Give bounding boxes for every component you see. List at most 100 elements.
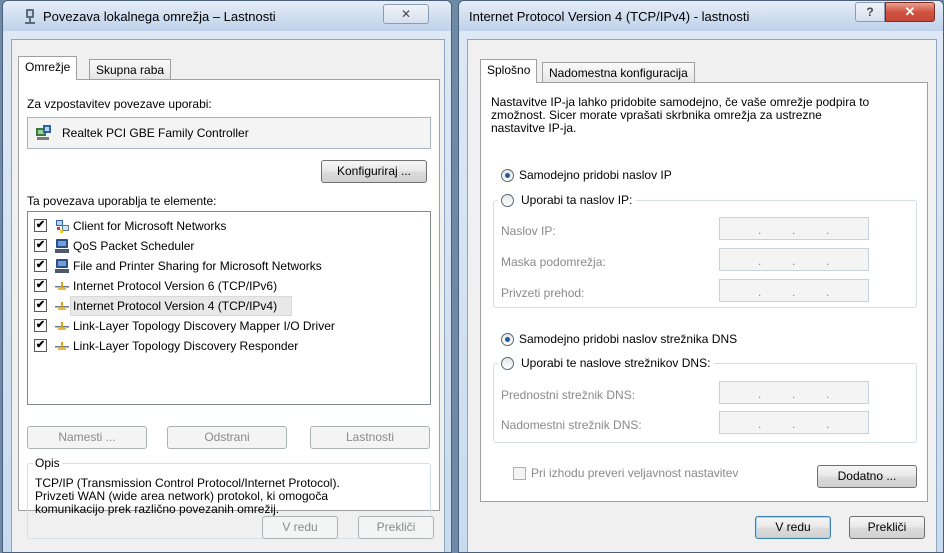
install-button[interactable]: Namesti ... [27, 426, 147, 449]
item-checkbox[interactable]: ✔ [34, 239, 47, 252]
list-item[interactable]: ✔ Client for Microsoft Networks [28, 216, 430, 236]
item-checkbox[interactable]: ✔ [34, 279, 47, 292]
lan-properties-titlebar[interactable]: Povezava lokalnega omrežja – Lastnosti ✕ [3, 1, 451, 31]
help-icon: ? [866, 5, 874, 19]
ipv4-client-area: Splošno Nadomestna konfiguracija Nastavi… [467, 39, 937, 552]
ipv4-properties-titlebar[interactable]: Internet Protocol Version 4 (TCP/IPv4) -… [459, 1, 943, 31]
item-label: Client for Microsoft Networks [73, 219, 227, 233]
cancel-button[interactable]: Prekliči [849, 516, 925, 539]
help-button[interactable]: ? [855, 2, 885, 22]
ip-dot: . [758, 223, 762, 237]
list-item[interactable]: ✔ Link-Layer Topology Discovery Responde… [28, 336, 430, 356]
ip-dot: . [826, 254, 830, 268]
ipv4-properties-window: Internet Protocol Version 4 (TCP/IPv4) -… [458, 0, 944, 553]
item-checkbox[interactable]: ✔ [34, 299, 47, 312]
tab-network-label: Omrežje [25, 60, 71, 74]
components-list[interactable]: ✔ Client for Microsoft Networks ✔ QoS Pa… [27, 211, 431, 405]
adapter-box: Realtek PCI GBE Family Controller [27, 117, 431, 149]
description-line: komunikacijo prek različno povezanih omr… [35, 502, 280, 516]
alternate-dns-label: Nadomestni strežnik DNS: [501, 418, 642, 432]
items-label: Ta povezava uporablja te elemente: [27, 194, 217, 208]
adapter-name: Realtek PCI GBE Family Controller [62, 126, 249, 140]
item-label: Link-Layer Topology Discovery Mapper I/O… [73, 319, 335, 333]
network-connection-icon [25, 9, 35, 24]
connect-using-label: Za vzpostavitev povezave uporabi: [27, 97, 212, 111]
ipv4-window-title: Internet Protocol Version 4 (TCP/IPv4) -… [469, 9, 750, 24]
description-label: Opis [33, 456, 62, 470]
service-icon [55, 239, 69, 253]
lan-client-area: Omrežje Skupna raba Za vzpostavitev pove… [11, 39, 445, 552]
tab-sharing-label: Skupna raba [96, 63, 165, 77]
ip-dot: . [792, 223, 796, 237]
tab-alternate-config-label: Nadomestna konfiguracija [549, 66, 688, 80]
properties-button[interactable]: Lastnosti [310, 426, 430, 449]
ip-dot: . [826, 285, 830, 299]
alternate-dns-field[interactable]: . . . [719, 411, 869, 434]
configure-button[interactable]: Konfiguriraj ... [321, 160, 427, 183]
close-icon: ✕ [904, 4, 916, 19]
tab-general[interactable]: Splošno [480, 59, 538, 83]
ip-address-label: Naslov IP: [501, 224, 556, 238]
network-adapter-icon [36, 125, 51, 140]
auto-dns-radio[interactable] [501, 333, 514, 346]
list-item[interactable]: ✔ Link-Layer Topology Discovery Mapper I… [28, 316, 430, 336]
list-item[interactable]: ✔ QoS Packet Scheduler [28, 236, 430, 256]
manual-dns-radio[interactable] [501, 357, 514, 370]
close-button[interactable]: ✕ [885, 2, 935, 22]
item-label: File and Printer Sharing for Microsoft N… [73, 259, 322, 273]
lan-window-title: Povezava lokalnega omrežja – Lastnosti [43, 9, 276, 24]
tab-network[interactable]: Omrežje [18, 56, 78, 80]
auto-ip-radio[interactable] [501, 169, 514, 182]
item-label: QoS Packet Scheduler [73, 239, 195, 253]
uninstall-button[interactable]: Odstrani [167, 426, 287, 449]
protocol-icon [55, 342, 69, 350]
ip-dot: . [758, 387, 762, 401]
tab-alternate-config[interactable]: Nadomestna konfiguracija [542, 62, 695, 82]
auto-dns-label[interactable]: Samodejno pridobi naslov strežnika DNS [519, 332, 737, 346]
auto-ip-label[interactable]: Samodejno pridobi naslov IP [519, 168, 672, 182]
validate-checkbox[interactable] [513, 467, 526, 480]
ok-button[interactable]: V redu [755, 516, 831, 539]
list-item[interactable]: ✔ File and Printer Sharing for Microsoft… [28, 256, 430, 276]
ip-dot: . [826, 387, 830, 401]
preferred-dns-field[interactable]: . . . [719, 381, 869, 404]
service-icon [55, 259, 69, 273]
tab-sharing[interactable]: Skupna raba [89, 59, 172, 79]
ip-dot: . [792, 254, 796, 268]
list-item-selected[interactable]: ✔ Internet Protocol Version 4 (TCP/IPv4) [28, 296, 430, 316]
ip-dot: . [792, 417, 796, 431]
intro-line: nastavitve IP-ja. [491, 121, 577, 135]
ip-dot: . [758, 285, 762, 299]
preferred-dns-label: Prednostni strežnik DNS: [501, 388, 636, 402]
manual-ip-label[interactable]: Uporabi ta naslov IP: [517, 193, 637, 207]
item-checkbox[interactable]: ✔ [34, 319, 47, 332]
close-button[interactable]: ✕ [383, 4, 429, 24]
item-label: Internet Protocol Version 4 (TCP/IPv4) [73, 299, 278, 313]
item-label: Internet Protocol Version 6 (TCP/IPv6) [73, 279, 278, 293]
ok-button[interactable]: V redu [262, 516, 338, 539]
protocol-icon [55, 302, 69, 310]
manual-dns-label[interactable]: Uporabi te naslove strežnikov DNS: [517, 356, 715, 370]
item-checkbox[interactable]: ✔ [34, 339, 47, 352]
ip-dot: . [792, 285, 796, 299]
gateway-field[interactable]: . . . [719, 279, 869, 302]
item-checkbox[interactable]: ✔ [34, 259, 47, 272]
gateway-label: Privzeti prehod: [501, 286, 585, 300]
tab-general-label: Splošno [487, 63, 531, 77]
subnet-field[interactable]: . . . [719, 248, 869, 271]
lan-properties-window: Povezava lokalnega omrežja – Lastnosti ✕… [2, 0, 452, 553]
ip-address-field[interactable]: . . . [719, 217, 869, 240]
list-item[interactable]: ✔ Internet Protocol Version 6 (TCP/IPv6) [28, 276, 430, 296]
item-checkbox[interactable]: ✔ [34, 219, 47, 232]
advanced-button[interactable]: Dodatno ... [817, 465, 917, 488]
ip-dot: . [758, 254, 762, 268]
manual-ip-radio[interactable] [501, 194, 514, 207]
item-label: Link-Layer Topology Discovery Responder [73, 339, 299, 353]
ip-dot: . [826, 223, 830, 237]
description-text: TCP/IP (Transmission Control Protocol/In… [35, 477, 340, 516]
ip-dot: . [758, 417, 762, 431]
network-tab-panel: Za vzpostavitev povezave uporabi: Realte… [18, 79, 440, 539]
subnet-label: Maska podomrežja: [501, 255, 606, 269]
general-tab-panel: Nastavitve IP-ja lahko pridobite samodej… [480, 82, 928, 502]
cancel-button[interactable]: Prekliči [358, 516, 434, 539]
